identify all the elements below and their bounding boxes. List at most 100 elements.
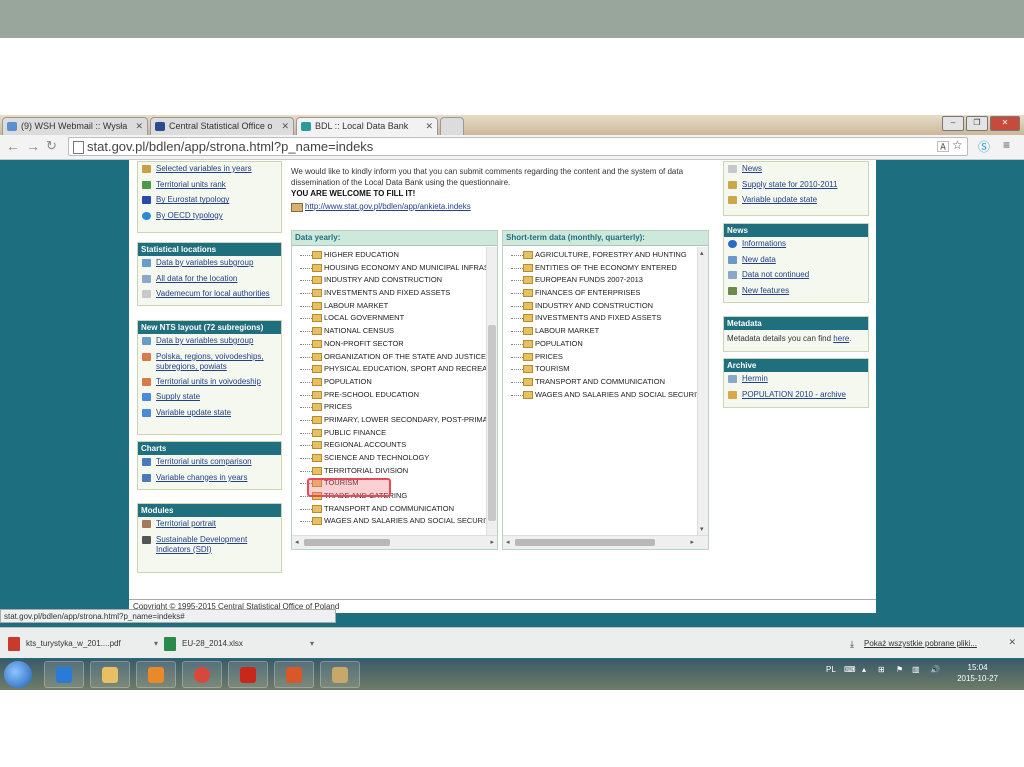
tree-item[interactable]: REGIONAL ACCOUNTS [292, 439, 486, 452]
tree-item[interactable]: TOURISM [503, 363, 697, 376]
flag-icon[interactable]: ⚑ [896, 665, 903, 674]
link-data-by-variables-subgroup[interactable]: Data by variables subgroup [138, 256, 281, 272]
link-vademecum[interactable]: Vademecum for local authorities [138, 287, 281, 303]
tray-expand-icon[interactable]: ▴ [862, 665, 866, 674]
taskbar-chrome[interactable] [182, 661, 222, 688]
restore-icon[interactable]: ❐ [966, 116, 988, 131]
tree-item[interactable]: PRICES [503, 351, 697, 364]
tree-item[interactable]: AGRICULTURE, FORESTRY AND HUNTING [503, 249, 697, 262]
link-new-data[interactable]: New data [724, 253, 868, 269]
tree-item[interactable]: HIGHER EDUCATION [292, 249, 486, 262]
link-nts-territorial-units[interactable]: Territorial units in voivodeship [138, 375, 281, 391]
link-sdi[interactable]: Sustainable Development Indicators (SDI) [138, 533, 281, 558]
translate-icon[interactable]: 🄰 [937, 138, 949, 155]
horizontal-scrollbar[interactable]: ◂ ▸ [503, 535, 708, 549]
tree-item[interactable]: ORGANIZATION OF THE STATE AND JUSTICE [292, 351, 486, 364]
scroll-thumb[interactable] [488, 325, 496, 521]
tree-item[interactable]: INDUSTRY AND CONSTRUCTION [292, 274, 486, 287]
tree-item[interactable]: ENTITIES OF THE ECONOMY ENTERED [503, 262, 697, 275]
link-variable-update-state[interactable]: Variable update state [724, 193, 868, 209]
scroll-left-icon[interactable]: ◂ [295, 538, 299, 546]
link-nts-regions[interactable]: Polska, regions, voivodeships, subregion… [138, 350, 281, 375]
taskbar-acrobat[interactable] [228, 661, 268, 688]
tree-item[interactable]: WAGES AND SALARIES AND SOCIAL SECURIT [292, 515, 486, 528]
chevron-down-icon[interactable]: ▾ [154, 634, 158, 654]
link-territorial-units-rank[interactable]: Territorial units rank [138, 178, 281, 194]
tree-item[interactable]: INVESTMENTS AND FIXED ASSETS [503, 312, 697, 325]
link-new-features[interactable]: New features [724, 284, 868, 300]
link-data-not-continued[interactable]: Data not continued [724, 268, 868, 284]
tree-item[interactable]: EUROPEAN FUNDS 2007-2013 [503, 274, 697, 287]
tree-item[interactable]: TRANSPORT AND COMMUNICATION [503, 376, 697, 389]
language-indicator[interactable]: PL [826, 665, 836, 674]
tree-item[interactable]: FINANCES OF ENTERPRISES [503, 287, 697, 300]
taskbar-paint[interactable] [320, 661, 360, 688]
back-icon[interactable]: ← [6, 138, 20, 154]
tree-item[interactable]: NATIONAL CENSUS [292, 325, 486, 338]
window-close-icon[interactable]: ✕ [990, 116, 1020, 131]
scroll-right-icon[interactable]: ▸ [490, 538, 494, 546]
scroll-down-icon[interactable]: ▾ [700, 525, 704, 533]
reload-icon[interactable]: ↻ [46, 138, 57, 154]
scroll-thumb[interactable] [515, 539, 655, 546]
link-nts-variable-update[interactable]: Variable update state [138, 406, 281, 422]
scroll-thumb[interactable] [304, 539, 390, 546]
link-territorial-portrait[interactable]: Territorial portrait [138, 517, 281, 533]
tree-item[interactable]: SCIENCE AND TECHNOLOGY [292, 452, 486, 465]
link-variable-changes[interactable]: Variable changes in years [138, 471, 281, 487]
tree-item[interactable]: LABOUR MARKET [292, 300, 486, 313]
close-icon[interactable]: ✕ [425, 118, 433, 135]
link-nts-supply-state[interactable]: Supply state [138, 390, 281, 406]
start-button[interactable] [4, 661, 32, 688]
taskbar-media[interactable] [136, 661, 176, 688]
scroll-right-icon[interactable]: ▸ [690, 538, 694, 546]
tab-local-data-bank[interactable]: BDL :: Local Data Bank ✕ [296, 117, 438, 135]
link-oecd-typology[interactable]: By OECD typology [138, 209, 281, 225]
scroll-left-icon[interactable]: ◂ [506, 538, 510, 546]
scroll-up-icon[interactable]: ▴ [700, 249, 704, 257]
keyboard-icon[interactable]: ⌨ [844, 665, 856, 674]
tree-item[interactable]: INDUSTRY AND CONSTRUCTION [503, 300, 697, 313]
tree-item[interactable]: TRANSPORT AND COMMUNICATION [292, 503, 486, 516]
forward-icon[interactable]: → [26, 138, 40, 154]
link-nts-data-by-variables[interactable]: Data by variables subgroup [138, 334, 281, 350]
download-item-pdf[interactable]: kts_turystyka_w_201....pdf ▾ [4, 634, 158, 654]
chevron-down-icon[interactable]: ▾ [310, 634, 314, 654]
volume-icon[interactable]: 🔊 [930, 665, 940, 674]
windows-icon[interactable]: ⊞ [878, 665, 885, 674]
taskbar-powerpoint[interactable] [274, 661, 314, 688]
horizontal-scrollbar[interactable]: ◂ ▸ [292, 535, 497, 549]
star-icon[interactable]: ☆ [952, 138, 963, 152]
tree-item[interactable]: NON-PROFIT SECTOR [292, 338, 486, 351]
tree-item[interactable]: HOUSING ECONOMY AND MUNICIPAL INFRAS [292, 262, 486, 275]
show-all-downloads-link[interactable]: ⤓ Pokaż wszystkie pobrane pliki... [846, 634, 996, 654]
network-icon[interactable]: ▥ [912, 665, 920, 674]
link-news[interactable]: News [724, 162, 868, 178]
taskbar-explorer[interactable] [90, 661, 130, 688]
tree-item[interactable]: INVESTMENTS AND FIXED ASSETS [292, 287, 486, 300]
link-territorial-units-comparison[interactable]: Territorial units comparison [138, 455, 281, 471]
tree-item[interactable]: PUBLIC FINANCE [292, 427, 486, 440]
tree-item[interactable]: TERRITORIAL DIVISION [292, 465, 486, 478]
link-supply-state[interactable]: Supply state for 2010-2011 [724, 178, 868, 194]
link-hermin[interactable]: Hermin [724, 372, 868, 388]
menu-icon[interactable]: ≡ [1003, 138, 1010, 152]
tree-item[interactable]: PHYSICAL EDUCATION, SPORT AND RECREAT [292, 363, 486, 376]
link-all-data-for-location[interactable]: All data for the location [138, 272, 281, 288]
tab-central-statistical-office[interactable]: Central Statistical Office o ✕ [150, 117, 294, 135]
url-input[interactable]: stat.gov.pl/bdlen/app/strona.html?p_name… [68, 137, 968, 156]
metadata-here-link[interactable]: here [833, 334, 849, 343]
tree-item[interactable]: PRICES [292, 401, 486, 414]
link-population-2010-archive[interactable]: POPULATION 2010 - archive [724, 388, 868, 404]
close-icon[interactable]: ✕ [1008, 637, 1016, 648]
link-eurostat-typology[interactable]: By Eurostat typology [138, 193, 281, 209]
tree-item[interactable]: POPULATION [503, 338, 697, 351]
tree-item[interactable]: PRE-SCHOOL EDUCATION [292, 389, 486, 402]
new-tab-button[interactable] [440, 117, 464, 135]
link-informations[interactable]: Informations [724, 237, 868, 253]
minimize-icon[interactable]: – [942, 116, 964, 131]
tree-item[interactable]: PRIMARY, LOWER SECONDARY, POST-PRIMA [292, 414, 486, 427]
questionnaire-link[interactable]: http://www.stat.gov.pl/bdlen/app/ankieta… [291, 202, 471, 212]
close-icon[interactable]: ✕ [135, 118, 143, 135]
vertical-scrollbar[interactable] [486, 247, 497, 535]
